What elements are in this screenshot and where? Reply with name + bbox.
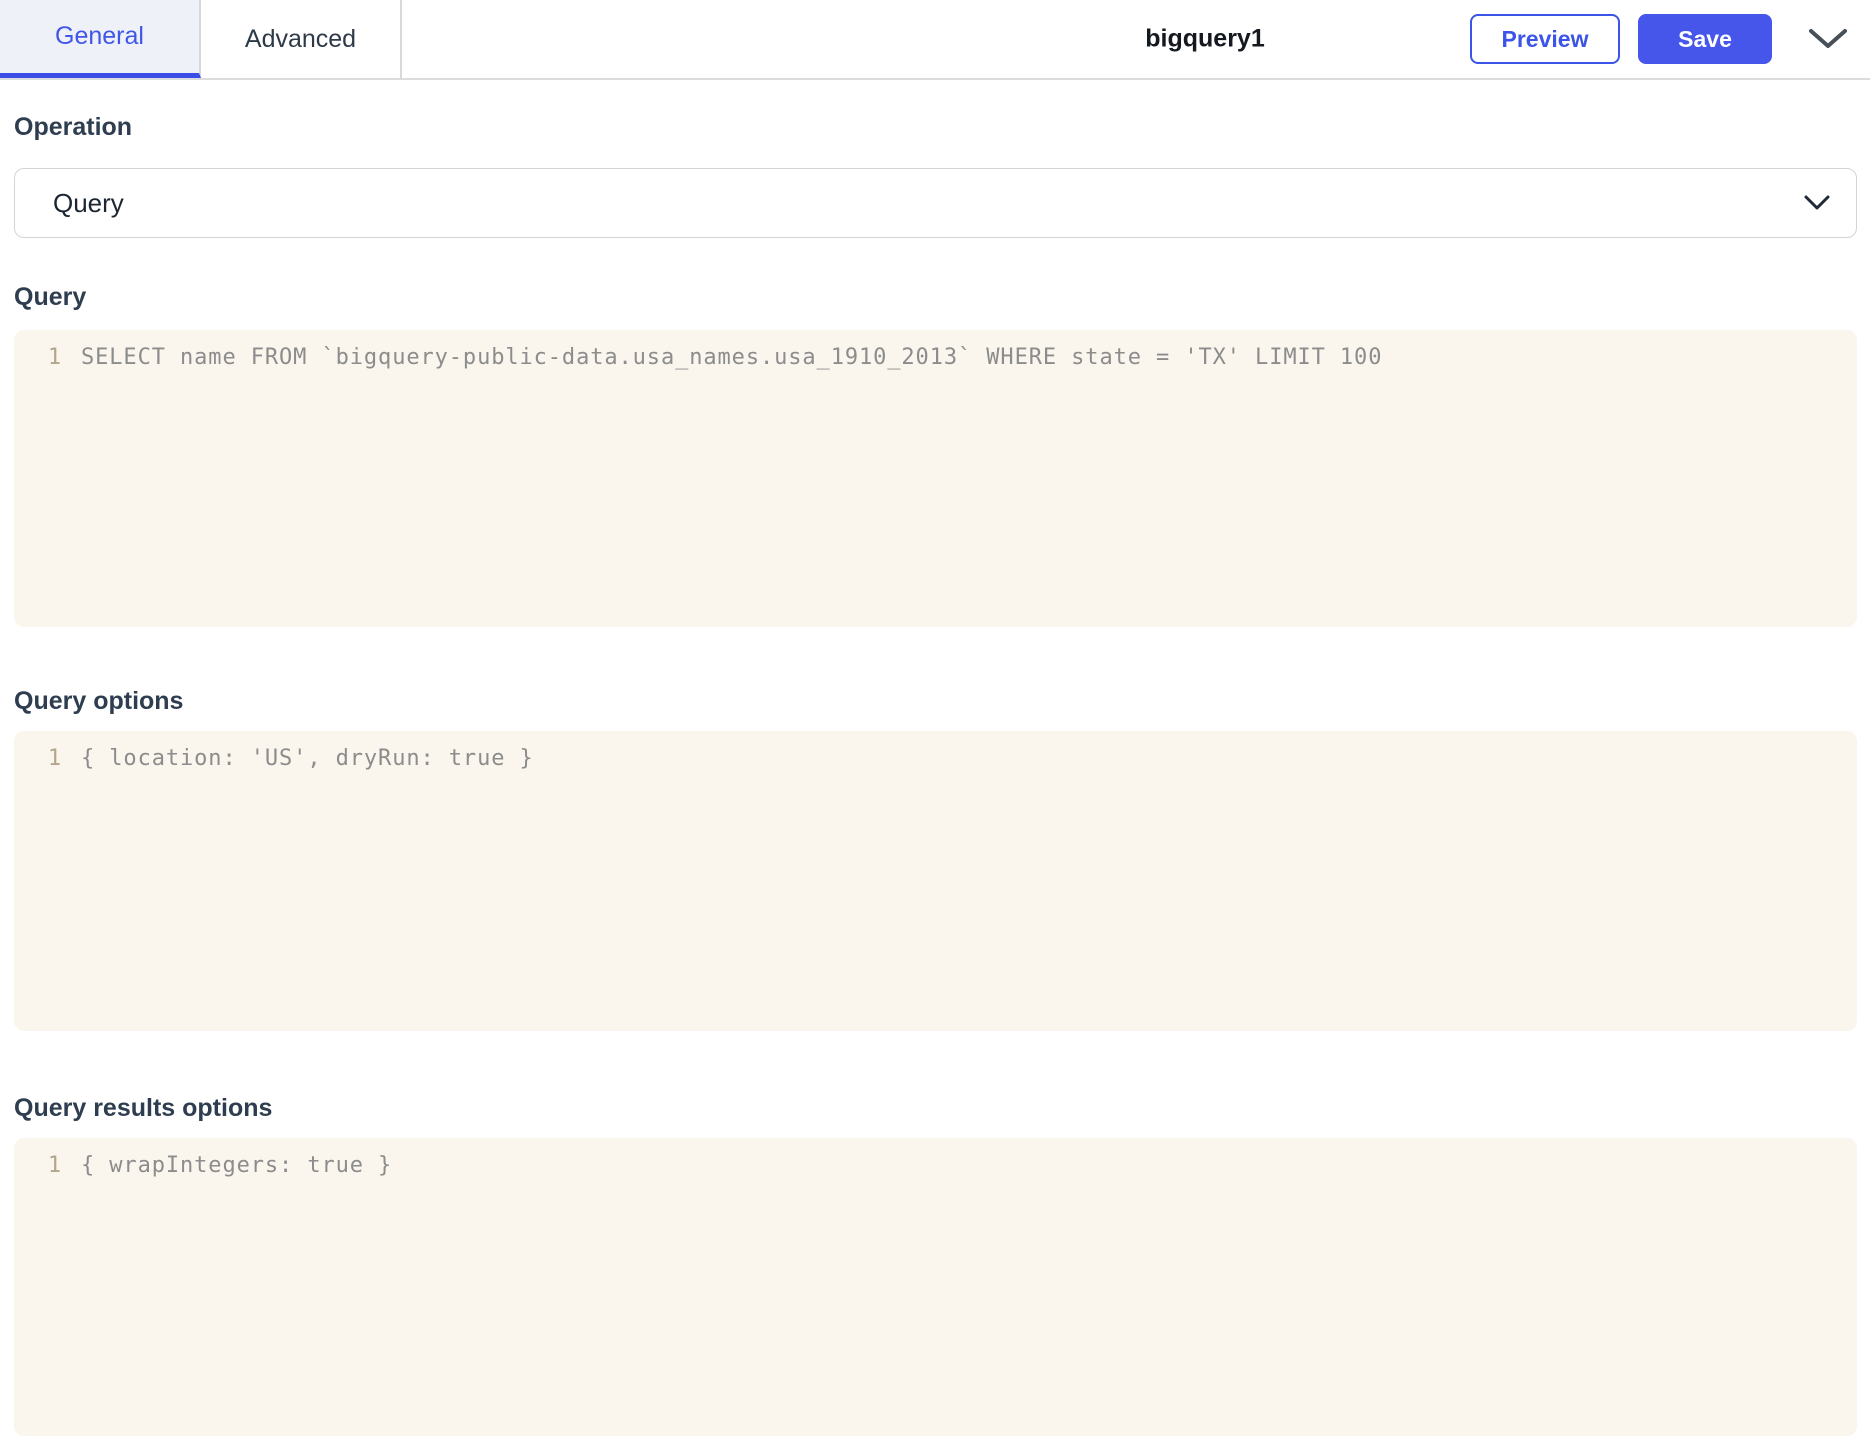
tab-general[interactable]: General <box>0 0 201 78</box>
query-panel-header: General Advanced bigquery1 Preview Save <box>0 0 1870 80</box>
collapse-panel-button[interactable] <box>1806 14 1850 64</box>
chevron-down-icon <box>1808 28 1848 50</box>
line-number: 1 <box>47 1153 62 1178</box>
code-line: 1 { wrapIntegers: true } <box>14 1144 1857 1188</box>
line-number: 1 <box>47 746 62 771</box>
query-name-title: bigquery1 <box>1145 24 1265 53</box>
operation-select-value: Query <box>53 187 124 218</box>
preview-button[interactable]: Preview <box>1470 14 1620 64</box>
save-button[interactable]: Save <box>1638 14 1772 64</box>
header-actions: Preview Save <box>1470 0 1850 78</box>
query-options-code-text: { location: 'US', dryRun: true } <box>81 746 534 771</box>
save-button-label: Save <box>1678 25 1732 52</box>
query-results-options-editor[interactable]: 1 { wrapIntegers: true } <box>14 1138 1857 1436</box>
chevron-down-icon <box>1804 195 1830 211</box>
line-number: 1 <box>47 345 62 370</box>
tab-advanced[interactable]: Advanced <box>201 0 402 78</box>
tab-general-label: General <box>55 22 144 50</box>
query-results-options-code-text: { wrapIntegers: true } <box>81 1153 393 1178</box>
operation-select[interactable]: Query <box>14 168 1857 238</box>
code-line: 1 SELECT name FROM `bigquery-public-data… <box>14 336 1857 380</box>
query-results-options-label: Query results options <box>14 1094 273 1122</box>
query-options-editor[interactable]: 1 { location: 'US', dryRun: true } <box>14 731 1857 1031</box>
query-options-label: Query options <box>14 687 184 715</box>
tab-advanced-label: Advanced <box>244 24 357 53</box>
code-line: 1 { location: 'US', dryRun: true } <box>14 737 1857 781</box>
query-code-text: SELECT name FROM `bigquery-public-data.u… <box>81 345 1383 370</box>
operation-label: Operation <box>14 113 133 141</box>
query-label: Query <box>14 283 87 311</box>
preview-button-label: Preview <box>1501 25 1589 52</box>
query-editor-body: Operation Query Query 1 SELECT name FROM… <box>0 112 1870 1436</box>
query-code-editor[interactable]: 1 SELECT name FROM `bigquery-public-data… <box>14 330 1857 627</box>
